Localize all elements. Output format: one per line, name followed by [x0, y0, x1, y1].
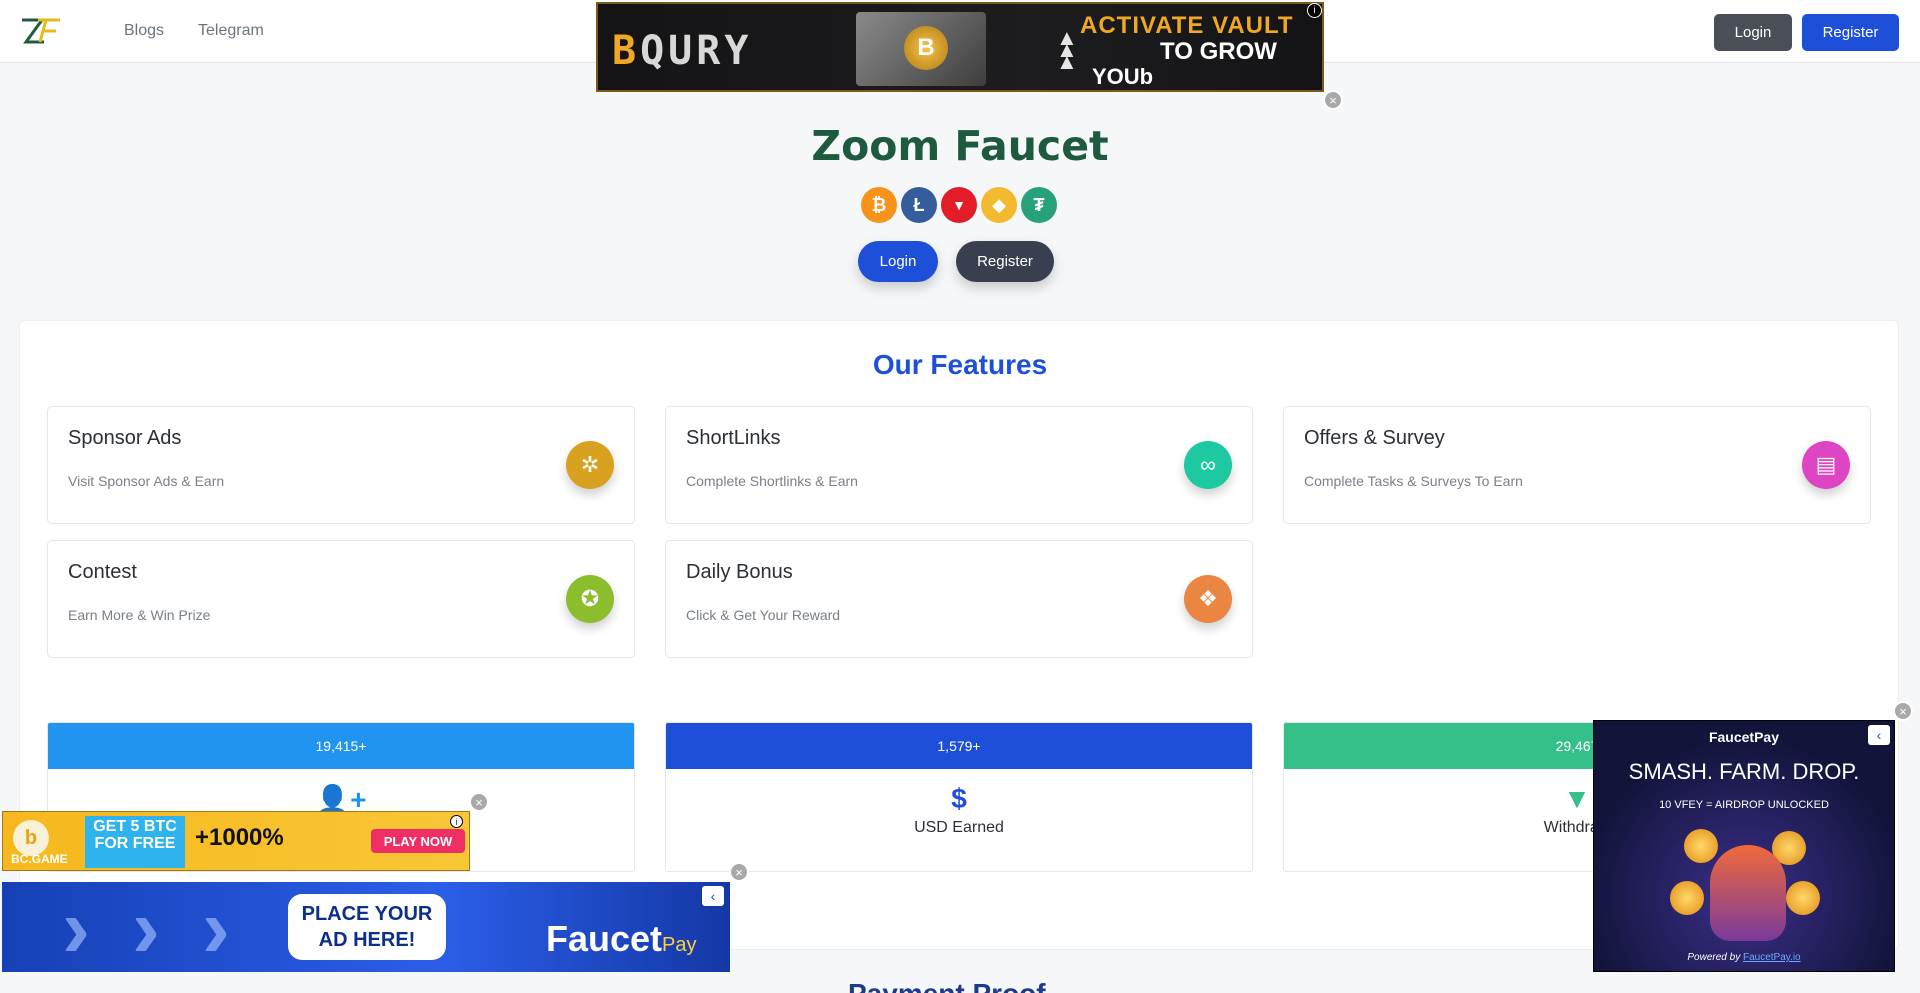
stat-label: USD Earned	[914, 819, 1004, 836]
coin-icon	[1670, 881, 1704, 915]
coin-icon	[1786, 881, 1820, 915]
bcgame-logo-icon: b	[13, 820, 49, 856]
award-icon: ✪	[566, 575, 614, 623]
payment-proof-title: Payment Proof	[848, 978, 1046, 993]
tron-icon: ▼	[941, 187, 977, 223]
place-your-ad-text: PLACE YOUR AD HERE!	[288, 894, 446, 960]
close-bcgame-ad-button[interactable]: ×	[469, 792, 489, 812]
chevron-right-icon: ›	[62, 882, 90, 972]
nav-register-button[interactable]: Register	[1802, 14, 1899, 51]
feature-description: Complete Tasks & Surveys To Earn	[1304, 473, 1523, 489]
feature-card-contest[interactable]: Contest Earn More & Win Prize ✪	[47, 540, 635, 658]
ad-headline: ACTIVATE VAULT	[1080, 12, 1294, 39]
page-title: Zoom Faucet	[811, 122, 1109, 170]
bcgame-name: BC.GAME	[11, 852, 68, 866]
faucetpay-side-ad[interactable]: FaucetPay SMASH. FARM. DROP. 10 VFEY = A…	[1593, 720, 1895, 972]
hero-login-button[interactable]: Login	[858, 241, 938, 282]
bnb-icon: ◆	[981, 187, 1017, 223]
link-icon: ∞	[1184, 441, 1232, 489]
nav-login-button[interactable]: Login	[1714, 14, 1792, 51]
bcgame-offer: GET 5 BTC FOR FREE	[85, 816, 185, 868]
gift-icon: ❖	[1184, 575, 1232, 623]
feature-title: Daily Bonus	[686, 561, 793, 583]
hero-register-button[interactable]: Register	[956, 241, 1054, 282]
bitcoin-icon: ₿	[861, 187, 897, 223]
clipboard-icon: ▤	[1802, 441, 1850, 489]
features-title: Our Features	[872, 349, 1048, 380]
collapse-ad-button[interactable]: ‹	[1868, 725, 1890, 745]
stat-value: 1,579+	[666, 723, 1252, 769]
feature-description: Earn More & Win Prize	[68, 607, 211, 623]
coin-icon	[1684, 829, 1718, 863]
bcgame-play-button[interactable]: PLAY NOW	[371, 829, 465, 853]
chevron-right-icon: ›	[202, 882, 230, 972]
feature-description: Complete Shortlinks & Earn	[686, 473, 858, 489]
feature-title: Contest	[68, 561, 137, 583]
robot-mascot-image	[1710, 845, 1786, 941]
nav-link-telegram[interactable]: Telegram	[198, 22, 264, 40]
tether-icon: ₮	[1021, 187, 1057, 223]
bitcoin-coin-icon: B	[904, 26, 948, 70]
feature-title: Offers & Survey	[1304, 427, 1445, 449]
feature-description: Visit Sponsor Ads & Earn	[68, 473, 225, 489]
ad-info-icon[interactable]: i	[450, 815, 463, 828]
collapse-ad-button[interactable]: ‹	[702, 886, 724, 906]
faucetpay-banner-ad[interactable]: › › › PLACE YOUR AD HERE! FaucetPay ‹	[2, 882, 730, 972]
feature-card-daily-bonus[interactable]: Daily Bonus Click & Get Your Reward ❖	[665, 540, 1253, 658]
ad-subline: TO GROW	[1160, 38, 1277, 65]
ad-info-icon[interactable]: i	[1307, 3, 1322, 18]
ad-tagline: YOUb	[1092, 64, 1154, 89]
feature-card-sponsor-ads[interactable]: Sponsor Ads Visit Sponsor Ads & Earn ✲	[47, 406, 635, 524]
stat-value: 19,415+	[48, 723, 634, 769]
close-faucetpay-ad-button[interactable]: ×	[729, 862, 749, 882]
ad-subline: 10 VFEY = AIRDROP UNLOCKED	[1659, 799, 1829, 811]
zoom-faucet-logo[interactable]	[20, 16, 64, 46]
ad-headline: SMASH. FARM. DROP.	[1628, 759, 1860, 784]
feature-card-offers-survey[interactable]: Offers & Survey Complete Tasks & Surveys…	[1283, 406, 1871, 524]
faucetpay-logo: FaucetPay	[1708, 729, 1780, 745]
feature-title: ShortLinks	[686, 427, 781, 449]
bcgame-bonus: +1000%	[195, 824, 284, 851]
litecoin-icon: Ł	[901, 187, 937, 223]
close-side-ad-button[interactable]: ×	[1893, 701, 1913, 721]
nav-link-blogs[interactable]: Blogs	[124, 22, 164, 40]
feature-title: Sponsor Ads	[68, 427, 182, 449]
feature-description: Click & Get Your Reward	[686, 607, 841, 623]
powered-by-text: Powered by FaucetPay.io	[1687, 952, 1801, 963]
cursor-click-icon: ✲	[566, 441, 614, 489]
arrows-up-icon: ▲ ▲ ▲	[1056, 25, 1078, 74]
close-top-ad-button[interactable]: ×	[1323, 90, 1343, 110]
faucetpay-logo: FaucetPay	[546, 918, 697, 959]
feature-card-shortlinks[interactable]: ShortLinks Complete Shortlinks & Earn ∞	[665, 406, 1253, 524]
dollar-icon: $	[951, 783, 967, 814]
bcgame-banner-ad[interactable]: b BC.GAME GET 5 BTC FOR FREE +1000% PLAY…	[2, 811, 470, 871]
supported-coins: ₿ Ł ▼ ◆ ₮	[861, 187, 1057, 223]
top-banner-ad[interactable]: BQURY B ▲ ▲ ▲ ACTIVATE VAULT TO GROW YOUb	[596, 2, 1324, 92]
stat-card-usd-earned: 1,579+ $ USD Earned	[665, 722, 1253, 872]
bquery-logo: BQURY	[612, 28, 753, 74]
chevron-right-icon: ›	[132, 882, 160, 972]
